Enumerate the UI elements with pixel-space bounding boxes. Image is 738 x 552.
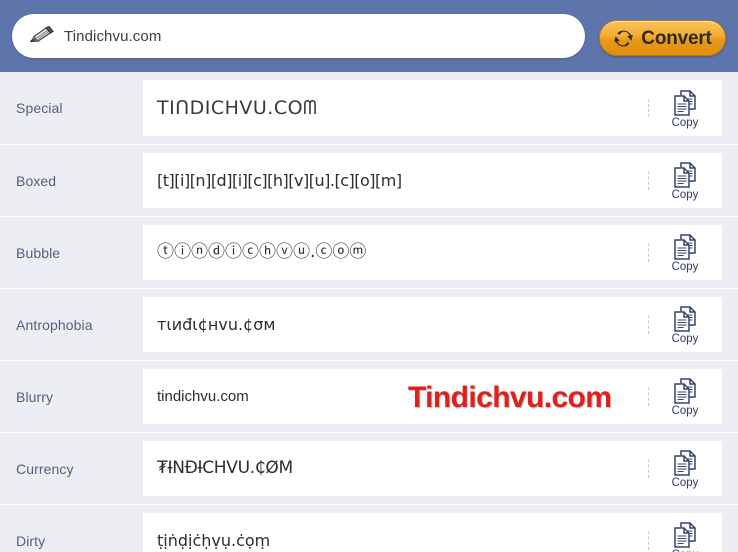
- style-name-label: Boxed: [16, 172, 57, 189]
- table-row: Currency ₮ƗNĐƗCHVU.₵ØM Copy: [0, 432, 738, 504]
- fancy-text-generator-page: Convert Special TIᑎDICHVU.COᗰ: [0, 0, 738, 552]
- copy-icon: [672, 233, 698, 261]
- copy-icon: [672, 305, 698, 333]
- copy-button-label: Copy: [671, 477, 699, 490]
- style-output-text: TIᑎDICHVU.COᗰ: [157, 96, 318, 119]
- style-name-label: Dirty: [16, 532, 46, 549]
- copy-button[interactable]: Copy: [648, 87, 722, 130]
- copy-button-label: Copy: [671, 116, 699, 129]
- copy-icon: [672, 449, 698, 477]
- copy-divider: [648, 243, 649, 262]
- copy-button-label: Copy: [671, 189, 699, 202]
- copy-button[interactable]: Copy: [648, 375, 722, 418]
- table-row: Boxed [t][i][n][d][i][c][h][v][u].[c][o]…: [0, 144, 738, 216]
- copy-icon: [672, 161, 698, 189]
- style-output-text: ṭịṅḍịċḥṿụ.ċọṃ: [157, 530, 271, 550]
- copy-button[interactable]: Copy: [648, 519, 722, 552]
- style-name-label: Bubble: [16, 244, 61, 261]
- style-output-box[interactable]: ⓣⓘⓝⓓⓘⓒⓗⓥⓤ.ⓒⓞⓜ Copy: [143, 225, 722, 280]
- copy-button-label: Copy: [671, 405, 699, 418]
- copy-button[interactable]: Copy: [648, 159, 722, 202]
- copy-divider: [648, 459, 649, 478]
- table-row: Bubble ⓣⓘⓝⓓⓘⓒⓗⓥⓤ.ⓒⓞⓜ Copy: [0, 216, 738, 288]
- style-output-text: [t][i][n][d][i][c][h][v][u].[c][o][m]: [157, 170, 402, 190]
- copy-divider: [648, 387, 649, 406]
- refresh-icon: [613, 28, 634, 49]
- style-output-box[interactable]: ₮ƗNĐƗCHVU.₵ØM Copy: [143, 441, 722, 496]
- table-row: Blurry tindichvu.com Copy: [0, 360, 738, 432]
- style-output-box[interactable]: тιиđι¢нvu.¢σм Copy: [143, 297, 722, 352]
- style-output-box[interactable]: tindichvu.com Copy: [143, 369, 722, 424]
- copy-divider: [648, 531, 649, 550]
- table-row: Dirty ṭịṅḍịċḥṿụ.ċọṃ: [0, 504, 738, 552]
- style-name-label: Blurry: [16, 388, 54, 405]
- style-rows-list: Special TIᑎDICHVU.COᗰ Copy Boxed [t][i][…: [0, 72, 738, 552]
- copy-divider: [648, 98, 649, 118]
- convert-button-label: Convert: [641, 27, 712, 49]
- style-name-label: Special: [16, 100, 63, 116]
- copy-button[interactable]: Copy: [648, 231, 722, 274]
- header-bar: Convert: [0, 0, 738, 72]
- copy-icon: [672, 521, 698, 549]
- style-output-box[interactable]: ṭịṅḍịċḥṿụ.ċọṃ Copy: [143, 513, 722, 552]
- style-output-text: тιиđι¢нvu.¢σм: [157, 314, 276, 334]
- copy-icon: [672, 89, 698, 117]
- table-row: Special TIᑎDICHVU.COᗰ Copy: [0, 72, 738, 144]
- style-name-label: Currency: [16, 460, 74, 477]
- convert-button[interactable]: Convert: [599, 20, 726, 56]
- copy-divider: [648, 171, 649, 190]
- copy-button[interactable]: Copy: [648, 303, 722, 346]
- style-output-text: ⓣⓘⓝⓓⓘⓒⓗⓥⓤ.ⓒⓞⓜ: [157, 242, 367, 263]
- style-name-label: Antrophobia: [16, 316, 93, 333]
- copy-button[interactable]: Copy: [648, 447, 722, 490]
- copy-divider: [648, 315, 649, 334]
- style-output-text: tindichvu.com: [157, 387, 249, 405]
- style-output-text: ₮ƗNĐƗCHVU.₵ØM: [157, 458, 293, 479]
- text-input-pill[interactable]: [12, 14, 585, 58]
- table-row: Antrophobia тιиđι¢нvu.¢σм Copy: [0, 288, 738, 360]
- copy-button-label: Copy: [671, 333, 699, 346]
- style-output-box[interactable]: TIᑎDICHVU.COᗰ Copy: [143, 80, 722, 136]
- style-output-box[interactable]: [t][i][n][d][i][c][h][v][u].[c][o][m] Co…: [143, 153, 722, 208]
- copy-button-label: Copy: [671, 261, 699, 274]
- copy-icon: [672, 377, 698, 405]
- text-input[interactable]: [64, 16, 585, 56]
- pencil-icon: [28, 23, 64, 49]
